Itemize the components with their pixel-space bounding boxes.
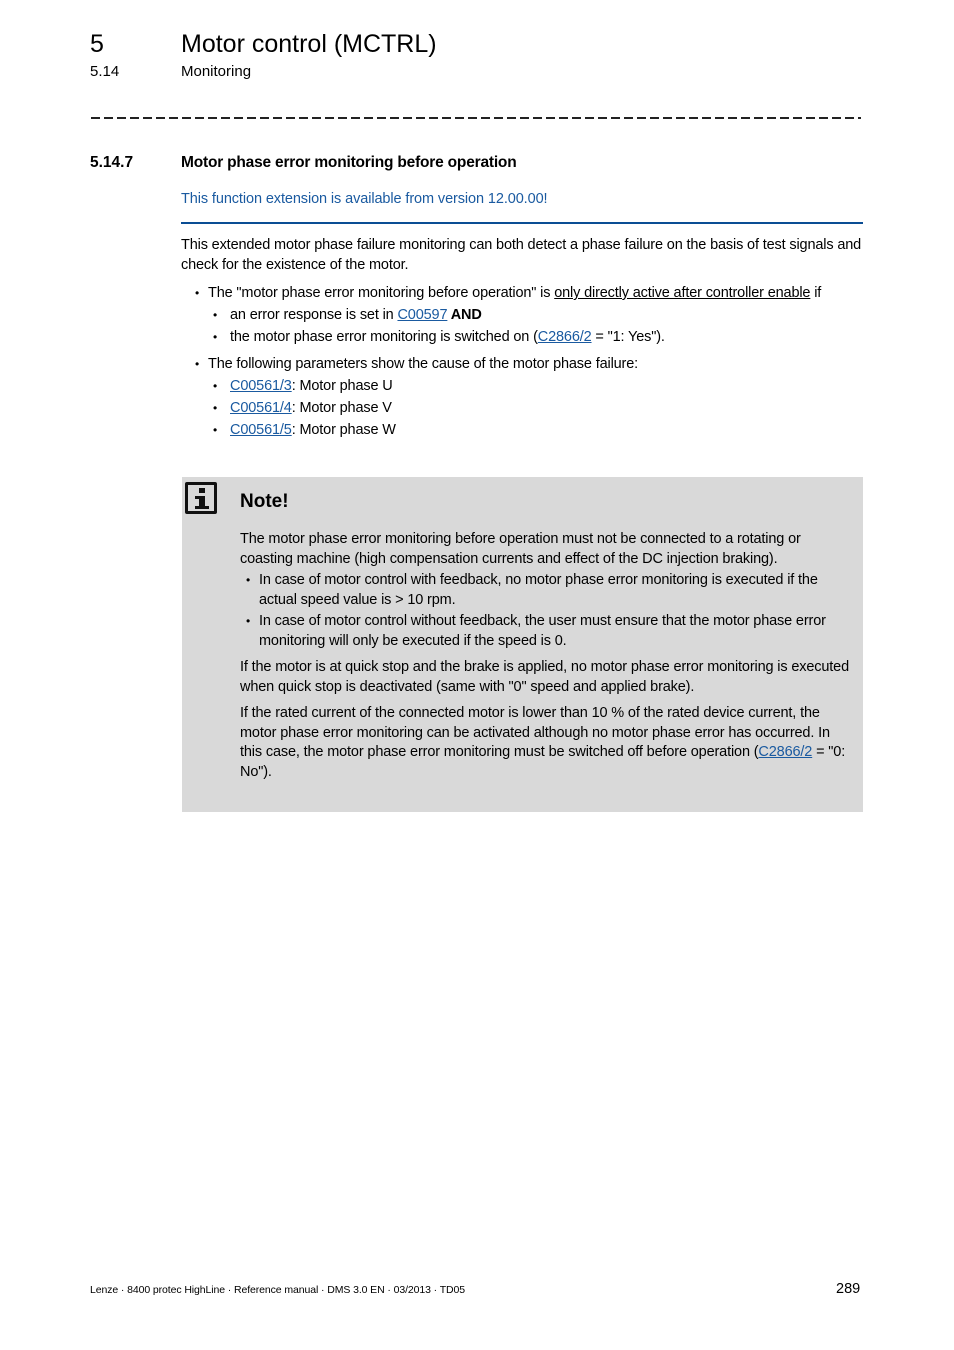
- section-number: 5.14: [90, 63, 120, 80]
- list-item: The following parameters show the cause …: [181, 354, 867, 440]
- page-number: 289: [836, 1281, 861, 1297]
- link-C00561-4[interactable]: C00561/4: [230, 400, 292, 416]
- and-keyword: AND: [447, 307, 482, 323]
- list-item: the motor phase error monitoring is swit…: [181, 327, 867, 347]
- bullet1-post: if: [810, 285, 822, 301]
- list-item: an error response is set in C00597 AND: [181, 305, 867, 325]
- sub-bullet2-text: the motor phase error monitoring is swit…: [230, 329, 538, 345]
- link-C00597[interactable]: C00597: [397, 307, 447, 323]
- list-item: C00561/4: Motor phase V: [181, 398, 867, 418]
- bullet2-text: The following parameters show the cause …: [208, 356, 639, 372]
- note-paragraph-2: If the motor is at quick stop and the br…: [240, 659, 849, 695]
- bullet1-underlined: only directly active after controller en…: [554, 285, 811, 301]
- subsection-title: Motor phase error monitoring before oper…: [181, 154, 517, 171]
- chapter-number: 5: [90, 30, 104, 58]
- info-icon: [185, 482, 217, 514]
- chapter-title: Motor control (MCTRL): [181, 30, 437, 58]
- note-paragraph-1: The motor phase error monitoring before …: [240, 531, 801, 567]
- section-title: Monitoring: [181, 63, 252, 80]
- content-body: This extended motor phase failure monito…: [181, 235, 867, 440]
- link-C00561-5[interactable]: C00561/5: [230, 422, 292, 438]
- sub-bullet1-text: an error response is set in: [230, 307, 398, 323]
- bullet1-pre: The "motor phase error monitoring before…: [208, 285, 555, 301]
- subsection-number: 5.14.7: [90, 154, 134, 171]
- bullet-list: The "motor phase error monitoring before…: [181, 283, 867, 440]
- list-item: The "motor phase error monitoring before…: [181, 283, 867, 347]
- note-paragraph-3: If the rated current of the connected mo…: [240, 704, 852, 782]
- intro-paragraph: This extended motor phase failure monito…: [181, 237, 862, 273]
- note-body: The motor phase error monitoring before …: [240, 530, 852, 782]
- param-desc: : Motor phase U: [291, 378, 393, 394]
- param-desc: : Motor phase V: [291, 400, 392, 416]
- note-bullet-1: In case of motor control with feedback, …: [240, 571, 852, 610]
- link-C2866-2[interactable]: C2866/2: [538, 329, 592, 345]
- note-heading: Note!: [240, 491, 289, 512]
- link-C00561-3[interactable]: C00561/3: [230, 378, 292, 394]
- header-dashed-divider: [91, 117, 861, 119]
- param-desc: : Motor phase W: [291, 422, 396, 438]
- list-item: C00561/3: Motor phase U: [181, 376, 867, 396]
- note-para3-text: If the rated current of the connected mo…: [240, 705, 830, 760]
- footer-text: Lenze · 8400 protec HighLine · Reference…: [90, 1284, 465, 1296]
- link-C2866-2-note[interactable]: C2866/2: [758, 744, 812, 760]
- sub-bullet2-post: = "1: Yes").: [591, 329, 665, 345]
- version-divider: [181, 222, 863, 224]
- note-bullet-2: In case of motor control without feedbac…: [240, 612, 852, 651]
- list-item: C00561/5: Motor phase W: [181, 420, 867, 440]
- version-note: This function extension is available fro…: [181, 191, 548, 207]
